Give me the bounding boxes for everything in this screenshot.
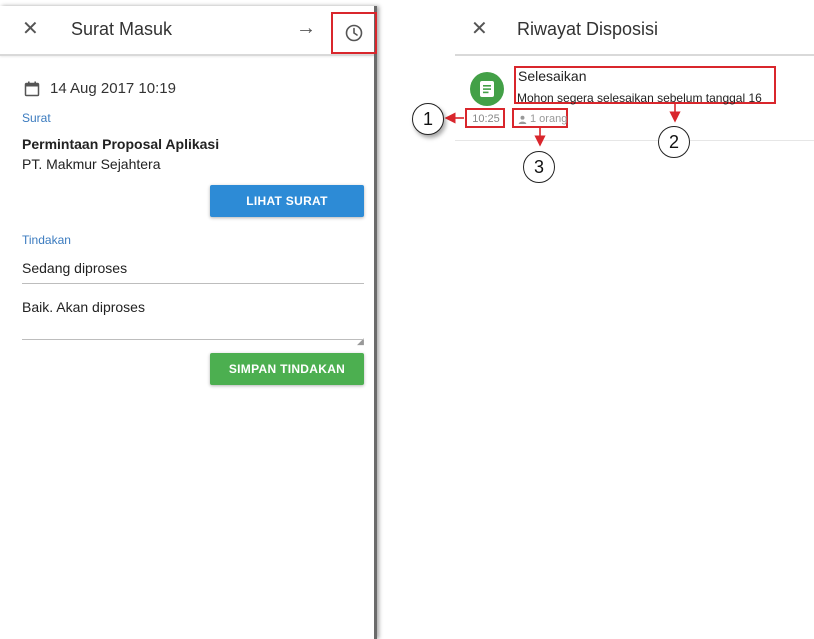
callout-1: 1 — [412, 103, 444, 135]
annotation-arrows — [444, 104, 681, 147]
callout-3: 3 — [523, 151, 555, 183]
callout-2: 2 — [658, 126, 690, 158]
